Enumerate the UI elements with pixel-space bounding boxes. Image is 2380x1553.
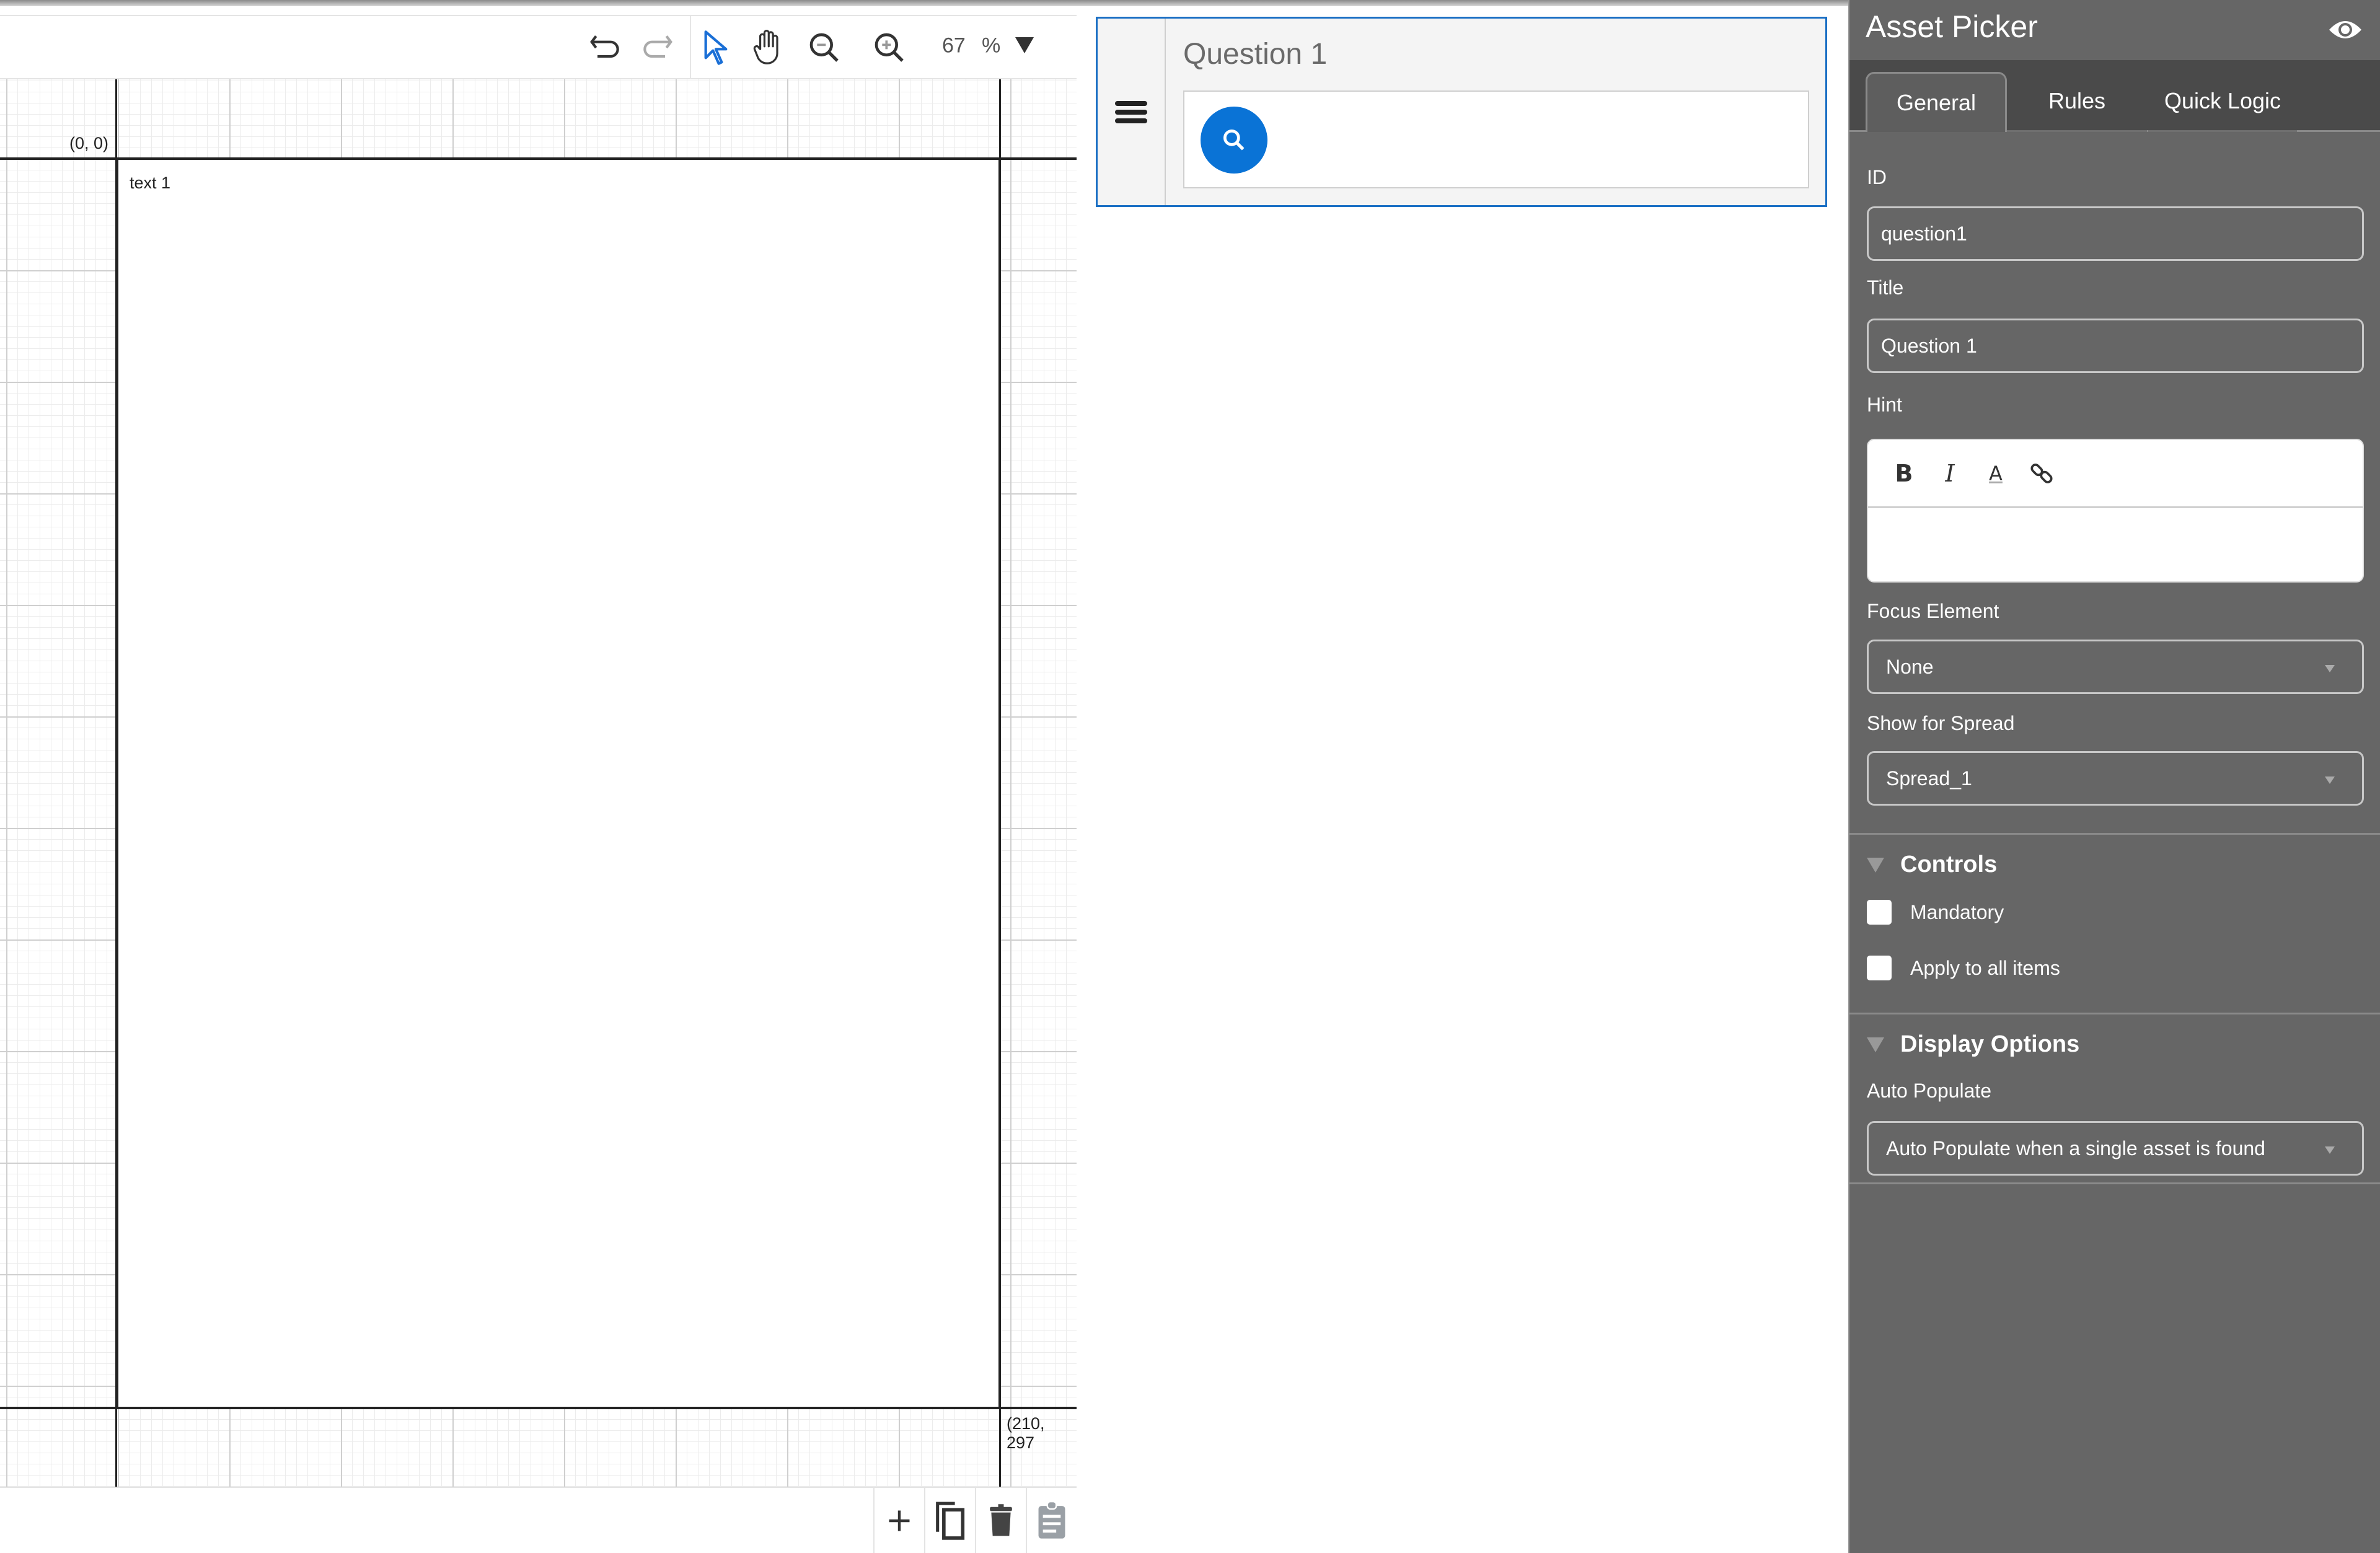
extent-coordinate-label: (210, 297 <box>1007 1414 1045 1452</box>
collapse-triangle-icon <box>1867 857 1884 873</box>
design-canvas[interactable]: text 1 (0, 0) (210, 297 <box>0 79 1077 1487</box>
page-right-border <box>999 79 1001 1487</box>
chevron-down-icon <box>2325 665 2335 672</box>
focus-element-value: None <box>1886 655 1934 678</box>
canvas-toolbar: 67 % <box>0 15 1077 79</box>
display-options-header: Display Options <box>1900 1031 2080 1057</box>
origin-coordinate-label: (0, 0) <box>69 134 109 152</box>
select-tool-button[interactable] <box>694 26 738 69</box>
add-element-button[interactable] <box>873 1488 924 1553</box>
properties-panel: Asset Picker General Rules Quick Logic I… <box>1848 0 2380 1553</box>
pointer-icon <box>704 30 728 65</box>
mandatory-checkbox-row[interactable]: Mandatory <box>1867 900 2004 925</box>
tab-label: Rules <box>2048 88 2106 113</box>
section-divider <box>1849 833 2380 835</box>
focus-element-select[interactable]: None <box>1867 640 2364 694</box>
title-value: Question 1 <box>1881 334 1977 357</box>
link-button[interactable] <box>2025 457 2058 490</box>
trash-icon <box>990 1503 1012 1536</box>
asset-search-field[interactable] <box>1183 90 1809 188</box>
chevron-down-icon <box>2325 1146 2335 1154</box>
asset-search-button[interactable] <box>1201 107 1267 174</box>
chevron-down-icon <box>2325 776 2335 784</box>
apply-all-label: Apply to all items <box>1910 956 2060 979</box>
bold-button[interactable]: B <box>1888 457 1920 490</box>
display-options-section-toggle[interactable]: Display Options <box>1867 1031 2079 1058</box>
zoom-in-icon <box>875 33 904 62</box>
zoom-in-button[interactable] <box>868 26 911 69</box>
clipboard-icon <box>1038 1501 1065 1539</box>
mandatory-label: Mandatory <box>1910 900 2004 923</box>
pan-tool-button[interactable] <box>746 26 789 69</box>
hint-editor[interactable]: B I A <box>1867 439 2364 583</box>
hand-icon <box>753 30 778 64</box>
show-for-spread-select[interactable]: Spread_1 <box>1867 751 2364 806</box>
copy-icon <box>936 1502 965 1540</box>
italic-button[interactable]: I <box>1934 457 1966 490</box>
question-preview[interactable]: Question 1 <box>1096 17 1827 207</box>
zoom-out-icon <box>809 33 839 62</box>
text-color-button[interactable]: A <box>1980 457 2012 490</box>
undo-icon <box>590 35 619 58</box>
link-icon <box>2030 464 2053 483</box>
preview-toggle[interactable] <box>2328 16 2363 46</box>
mandatory-checkbox[interactable] <box>1867 900 1892 925</box>
title-input[interactable]: Question 1 <box>1867 319 2364 373</box>
redo-icon <box>643 35 672 58</box>
zoom-out-button[interactable] <box>803 26 846 69</box>
page-top-border <box>0 157 1077 160</box>
controls-header: Controls <box>1900 851 1998 878</box>
show-for-spread-value: Spread_1 <box>1886 767 1972 790</box>
italic-icon: I <box>1945 460 1955 487</box>
title-label: Title <box>1867 276 1904 299</box>
hint-label: Hint <box>1867 394 1902 416</box>
panel-tabs: General Rules Quick Logic <box>1849 60 2380 132</box>
duplicate-button[interactable] <box>924 1488 975 1553</box>
page-bottom-border <box>0 1407 1077 1409</box>
auto-populate-label: Auto Populate <box>1867 1080 1992 1102</box>
undo-button[interactable] <box>584 26 628 69</box>
tab-label: General <box>1896 90 1977 115</box>
window-top-strip <box>0 0 1848 6</box>
section-divider <box>1849 1182 2380 1184</box>
apply-all-checkbox-row[interactable]: Apply to all items <box>1867 956 2060 980</box>
auto-populate-value: Auto Populate when a single asset is fou… <box>1886 1137 2265 1159</box>
tab-rules[interactable]: Rules <box>2007 72 2147 132</box>
question-title: Question 1 <box>1183 38 1328 71</box>
panel-header: Asset Picker <box>1849 0 2380 60</box>
auto-populate-select[interactable]: Auto Populate when a single asset is fou… <box>1867 1121 2364 1176</box>
tab-general[interactable]: General <box>1866 72 2007 132</box>
canvas-bottom-bar <box>0 1487 1077 1553</box>
page-area[interactable]: text 1 <box>117 159 1000 1408</box>
apply-all-checkbox[interactable] <box>1867 956 1892 980</box>
redo-button[interactable] <box>635 26 678 69</box>
focus-element-label: Focus Element <box>1867 600 1999 622</box>
drag-handle-icon <box>1115 100 1147 123</box>
tab-label: Quick Logic <box>2164 88 2281 113</box>
zoom-level-value[interactable]: 67 <box>942 34 966 58</box>
paste-button[interactable] <box>1026 1488 1077 1553</box>
text-color-icon: A <box>1989 462 2003 485</box>
section-divider <box>1849 1013 2380 1014</box>
collapse-triangle-icon <box>1867 1037 1884 1052</box>
tab-quick-logic[interactable]: Quick Logic <box>2148 72 2297 132</box>
hint-editor-toolbar: B I A <box>1868 440 2363 508</box>
controls-section-toggle[interactable]: Controls <box>1867 851 1997 878</box>
zoom-dropdown-caret-icon[interactable] <box>1015 37 1034 53</box>
eye-icon <box>2329 21 2361 38</box>
zoom-unit: % <box>982 33 1001 58</box>
id-value: question1 <box>1881 222 1967 245</box>
plus-icon <box>889 1510 910 1531</box>
text-element[interactable]: text 1 <box>130 174 170 193</box>
panel-title: Asset Picker <box>1866 9 2038 44</box>
show-for-spread-label: Show for Spread <box>1867 712 2015 734</box>
delete-button[interactable] <box>975 1488 1026 1553</box>
toolbar-divider <box>690 16 691 78</box>
search-icon <box>1223 129 1245 151</box>
page-left-border <box>115 79 117 1487</box>
drag-handle[interactable] <box>1098 19 1166 205</box>
bold-icon: B <box>1895 460 1913 487</box>
id-input[interactable]: question1 <box>1867 206 2364 261</box>
id-label: ID <box>1867 166 1887 188</box>
